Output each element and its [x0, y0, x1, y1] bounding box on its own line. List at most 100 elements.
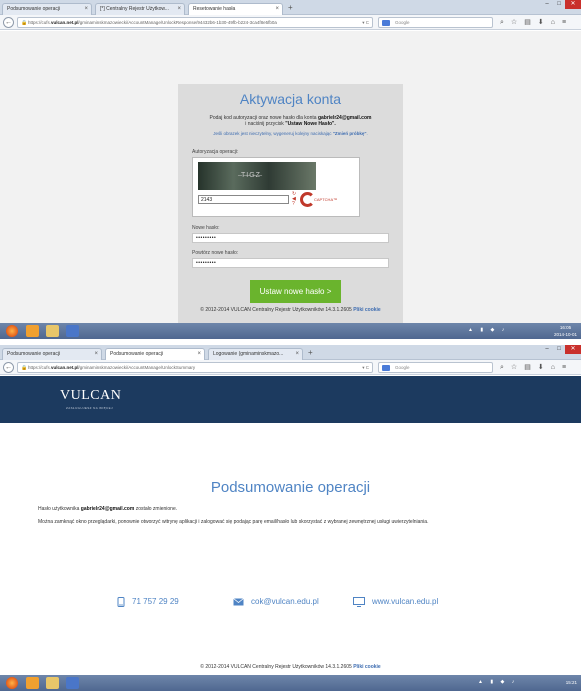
captcha-help-text: Jeśli obrazek jest nieczytelny, wygeneru…: [213, 131, 333, 136]
bookmarks-icon[interactable]: ▤: [524, 17, 531, 28]
reload-icon[interactable]: ▾ C: [362, 18, 369, 27]
tab-close-icon[interactable]: ×: [275, 6, 279, 12]
contact-email: cok@vulcan.edu.pl: [233, 597, 319, 607]
page-title: Podsumowanie operacji: [210, 479, 371, 496]
screenshot-operation-summary: Podsumowanie operacji × Podsumowanie oper…: [0, 345, 581, 691]
download-icon[interactable]: ⬇: [538, 362, 544, 373]
next-steps-message: Można zamknąć okno przeglądarki, ponowni…: [38, 519, 429, 525]
tab-label: Podsumowanie operacji: [7, 6, 61, 12]
search-input[interactable]: Google: [378, 17, 493, 28]
tab-podsumowanie-2[interactable]: Podsumowanie operacji ×: [105, 348, 205, 360]
maximize-icon[interactable]: □: [553, 0, 565, 9]
instructions: Podaj kod autoryzacji oraz nowe hasło dl…: [186, 115, 395, 127]
tab-podsumowanie-1[interactable]: Podsumowanie operacji ×: [2, 348, 102, 360]
tray-icons: ▲ ▮ ◆ ♪: [478, 679, 518, 685]
footer-text: © 2012-2014 VULCAN Centralny Rejestr Uży…: [200, 664, 352, 670]
vulcan-tagline: ZASŁUGUJESZ NA WIĘCEJ: [66, 406, 113, 410]
tab-close-icon[interactable]: ×: [94, 351, 98, 357]
url-path: /gminaminskmazowiecki/AccountManage/Unlo…: [78, 20, 277, 25]
minimize-icon[interactable]: –: [541, 0, 553, 9]
url-prefix: https://cufs.: [28, 365, 52, 370]
back-arrow-icon[interactable]: ←: [3, 362, 14, 373]
tab-label: Logowanie (gminaminskmazo...: [213, 351, 284, 357]
search-icon[interactable]: ⌕: [500, 362, 504, 373]
footer: © 2012-2014 VULCAN Centralny Rejestr Uży…: [0, 307, 581, 313]
new-tab-button[interactable]: +: [308, 348, 313, 358]
set-password-button[interactable]: Ustaw nowe hasło >: [250, 280, 341, 303]
address-bar[interactable]: 🔒 https://cufs.vulcan.net.pl/gminaminskm…: [17, 362, 373, 373]
url-domain: vulcan.net.pl: [51, 20, 79, 25]
home-icon[interactable]: ⌂: [551, 362, 555, 373]
close-window-icon[interactable]: ✕: [565, 0, 581, 9]
website-link[interactable]: www.vulcan.edu.pl: [372, 597, 438, 606]
new-password-label: Nowe hasło:: [192, 225, 220, 231]
bookmarks-icon[interactable]: ▤: [524, 362, 531, 373]
tab-resetowanie-hasla[interactable]: Resetowanie hasła ×: [188, 3, 283, 15]
captcha-label: Autoryzacja operacji:: [192, 149, 239, 155]
search-engine-icon[interactable]: [382, 365, 390, 371]
captcha-help: Jeśli obrazek jest nieczytelny, wygeneru…: [182, 131, 399, 136]
email-address[interactable]: cok@vulcan.edu.pl: [251, 597, 319, 606]
tab-close-icon[interactable]: ×: [177, 6, 181, 12]
instructions-button-name: "Ustaw Nowe Hasło".: [285, 121, 336, 127]
toolbar-icons: ⌕ ☆ ▤ ⬇ ⌂ ≡: [500, 362, 566, 373]
folder-icon[interactable]: [46, 325, 59, 337]
taskbar: ▲ ▮ ◆ ♪ 16:05 2014-10-01: [0, 323, 581, 339]
vulcan-logo[interactable]: VULCAN: [60, 388, 121, 404]
phone-number: 71 757 29 29: [132, 597, 179, 607]
tab-close-icon[interactable]: ×: [295, 351, 299, 357]
notepad-icon[interactable]: [66, 677, 79, 689]
tab-rejestr[interactable]: [*] Centralny Rejestr Użytkow... ×: [95, 3, 185, 15]
new-tab-button[interactable]: +: [288, 3, 293, 13]
help-captcha-icon[interactable]: ?: [292, 202, 296, 207]
firefox-icon[interactable]: [26, 677, 39, 689]
back-arrow-icon[interactable]: ←: [3, 17, 14, 28]
tab-close-icon[interactable]: ×: [84, 6, 88, 12]
tab-logowanie[interactable]: Logowanie (gminaminskmazo... ×: [208, 348, 303, 360]
message-prefix: Hasło użytkownika: [38, 506, 81, 512]
reload-icon[interactable]: ▾ C: [362, 363, 369, 372]
search-engine-icon[interactable]: [382, 20, 390, 26]
change-sample-link[interactable]: "Zmień próbkę": [333, 131, 367, 136]
screenshot-account-activation: Podsumowanie operacji × [*] Centralny Rej…: [0, 0, 581, 339]
window-controls: – □ ✕: [541, 345, 581, 355]
url-prefix: https://cufs.: [28, 20, 52, 25]
new-password-field[interactable]: •••••••••: [192, 233, 389, 243]
search-input[interactable]: Google: [378, 362, 493, 373]
clock[interactable]: 16:05 2014-10-01: [554, 324, 577, 338]
page-content: VULCAN ZASŁUGUJESZ NA WIĘCEJ Podsumowani…: [0, 376, 581, 675]
search-icon[interactable]: ⌕: [500, 17, 504, 28]
folder-icon[interactable]: [46, 677, 59, 689]
firefox-icon[interactable]: [26, 325, 39, 337]
captcha-widget: ̶T̶I̶G̶Z̶ 2143 ↻ ◀ ? CAPTCHA™: [192, 157, 360, 217]
tab-podsumowanie[interactable]: Podsumowanie operacji ×: [2, 3, 92, 15]
star-icon[interactable]: ☆: [511, 362, 517, 373]
close-window-icon[interactable]: ✕: [565, 345, 581, 354]
home-icon[interactable]: ⌂: [551, 17, 555, 28]
start-icon[interactable]: [6, 677, 18, 689]
tab-close-icon[interactable]: ×: [197, 351, 201, 357]
maximize-icon[interactable]: □: [553, 345, 565, 354]
address-bar[interactable]: 🔒 https://cufs.vulcan.net.pl/gminaminskm…: [17, 17, 373, 28]
navigation-bar: ← 🔒 https://cufs.vulcan.net.pl/gminamins…: [0, 360, 581, 375]
clock[interactable]: 15:21: [566, 679, 577, 686]
menu-icon[interactable]: ≡: [562, 17, 566, 28]
download-icon[interactable]: ⬇: [538, 17, 544, 28]
captcha-help-suffix: .: [366, 131, 368, 136]
minimize-icon[interactable]: –: [541, 345, 553, 354]
monitor-icon: [353, 597, 365, 607]
cookies-link[interactable]: Pliki cookie: [353, 307, 381, 313]
cookies-link[interactable]: Pliki cookie: [353, 664, 381, 670]
page-content: Aktywacja konta Podaj kod autoryzacji or…: [0, 31, 581, 323]
captcha-input[interactable]: 2143: [198, 195, 289, 204]
star-icon[interactable]: ☆: [511, 17, 517, 28]
repeat-password-label: Powtórz nowe hasło:: [192, 250, 239, 256]
menu-icon[interactable]: ≡: [562, 362, 566, 373]
start-icon[interactable]: [6, 325, 18, 337]
repeat-password-field[interactable]: •••••••••: [192, 258, 389, 268]
notepad-icon[interactable]: [66, 325, 79, 337]
password-changed-message: Hasło użytkownika gabrielr24@gmail.com z…: [38, 506, 177, 512]
user-email: gabrielr24@gmail.com: [80, 506, 135, 512]
mail-icon: [233, 598, 244, 606]
tab-label: Podsumowanie operacji: [110, 351, 164, 357]
